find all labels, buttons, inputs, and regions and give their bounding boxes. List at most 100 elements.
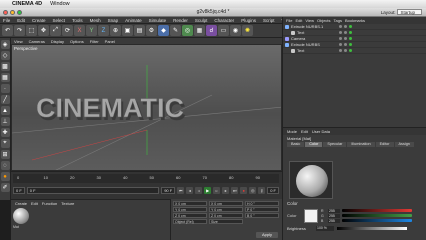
render-picture-viewer-icon[interactable]: ▤	[134, 25, 145, 36]
points-mode-icon[interactable]: ∙	[0, 84, 10, 93]
enabled-check-icon[interactable]	[349, 37, 352, 40]
editor-visibility-icon[interactable]	[339, 37, 342, 40]
go-to-start-icon[interactable]: ⏮	[177, 186, 185, 194]
apply-button[interactable]: Apply	[256, 232, 278, 238]
app-menu-tools[interactable]: Tools	[72, 18, 83, 23]
object-name[interactable]: Text	[297, 48, 304, 53]
material-name[interactable]: Mat	[13, 225, 19, 229]
material-menu-edit[interactable]: Edit	[31, 201, 38, 206]
object-menu-bookmarks[interactable]: Bookmarks	[345, 18, 365, 23]
object-name[interactable]: Extrude NURBS	[291, 42, 320, 47]
editor-visibility-icon[interactable]	[339, 25, 342, 28]
object-row[interactable]: Text	[283, 48, 426, 54]
soft-selection-icon[interactable]: ◌	[0, 161, 10, 170]
floor-icon[interactable]: ▭	[218, 25, 229, 36]
scale-tool-icon[interactable]: ⤢	[50, 25, 61, 36]
tab-basic[interactable]: Basic	[287, 142, 305, 147]
tab-color[interactable]: Color	[305, 142, 323, 147]
render-visibility-icon[interactable]	[344, 31, 347, 34]
viewport-menu-display[interactable]: Display	[51, 39, 64, 44]
coord-field[interactable]: X 0 cm	[173, 201, 207, 206]
range-slider[interactable]: 0 F	[26, 186, 160, 194]
viewport-menu-panel[interactable]: Panel	[105, 39, 115, 44]
tab-assign[interactable]: Assign	[394, 142, 414, 147]
brightness-value[interactable]: 100 %	[316, 226, 334, 231]
editor-visibility-icon[interactable]	[339, 43, 342, 46]
object-menu-objects[interactable]: Objects	[317, 18, 331, 23]
play-icon[interactable]: ▶	[204, 186, 212, 194]
viewport-menu-filter[interactable]: Filter	[90, 39, 99, 44]
coord-field[interactable]: X 0 cm	[209, 201, 243, 206]
material-thumbnail[interactable]	[13, 208, 29, 224]
camera-icon[interactable]: ◉	[230, 25, 241, 36]
app-menu-render[interactable]: Render	[173, 18, 188, 23]
axis-mode-icon[interactable]: ⊥	[0, 117, 10, 126]
record-icon[interactable]: ●	[240, 186, 248, 194]
light-icon[interactable]: ✺	[242, 25, 253, 36]
live-select-icon[interactable]: ⬚	[26, 25, 37, 36]
coord-field[interactable]: Y 0 cm	[209, 207, 243, 212]
undo-icon[interactable]: ↶	[2, 25, 13, 36]
app-menu-create[interactable]: Create	[32, 18, 46, 23]
previous-frame-icon[interactable]: ◃	[195, 186, 203, 194]
rotate-tool-icon[interactable]: ⟳	[62, 25, 73, 36]
next-frame-icon[interactable]: ▹	[213, 186, 221, 194]
app-menu-snap[interactable]: Snap	[108, 18, 119, 23]
move-tool-icon[interactable]: ✥	[38, 25, 49, 36]
brightness-slider[interactable]	[337, 227, 407, 230]
edges-mode-icon[interactable]: ╱	[0, 95, 10, 104]
viewport-menu-options[interactable]: Options	[70, 39, 84, 44]
coordinate-system-icon[interactable]: ⊕	[110, 25, 121, 36]
coord-field[interactable]: B 0 °	[245, 213, 279, 218]
nurbs-icon[interactable]: ◎	[182, 25, 193, 36]
channel-slider[interactable]	[342, 219, 412, 222]
object-menu-edit[interactable]: Edit	[295, 18, 302, 23]
x-axis-icon[interactable]: X	[74, 25, 85, 36]
autokey-icon[interactable]: ◎	[249, 186, 257, 194]
viewport-menu-cameras[interactable]: Cameras	[29, 39, 45, 44]
attribute-menu-mode[interactable]: Mode	[287, 129, 297, 134]
layout-dropdown[interactable]: Startup	[397, 9, 422, 15]
workplane-icon[interactable]: ▦	[0, 73, 10, 82]
material-preview[interactable]	[289, 161, 333, 199]
object-menu-tags[interactable]: Tags	[334, 18, 342, 23]
next-key-icon[interactable]: ▸	[222, 186, 230, 194]
render-visibility-icon[interactable]	[344, 43, 347, 46]
app-menu-select[interactable]: Select	[53, 18, 66, 23]
tab-specular[interactable]: Specular	[323, 142, 347, 147]
redo-icon[interactable]: ↷	[14, 25, 25, 36]
tab-editor[interactable]: Editor	[375, 142, 394, 147]
coord-field[interactable]: Y 0 cm	[173, 207, 207, 212]
tab-illumination[interactable]: Illumination	[347, 142, 375, 147]
start-frame-field[interactable]: 0 F	[13, 186, 25, 194]
array-icon[interactable]: ▦	[194, 25, 205, 36]
previous-key-icon[interactable]: ◂	[186, 186, 194, 194]
enabled-check-icon[interactable]	[349, 49, 352, 52]
viewport-menu-view[interactable]: View	[14, 39, 23, 44]
app-menu-edit[interactable]: Edit	[17, 18, 25, 23]
texture-mode-icon[interactable]: ▩	[0, 62, 10, 71]
object-name[interactable]: Text	[297, 30, 304, 35]
material-menu-texture[interactable]: Texture	[61, 201, 74, 206]
channel-value[interactable]: 255	[328, 208, 340, 213]
model-mode-icon[interactable]: ◇	[0, 51, 10, 60]
paint-icon[interactable]: ✐	[0, 183, 10, 192]
sculpt-icon[interactable]: ●	[0, 172, 10, 181]
app-menu-file[interactable]: File	[3, 18, 10, 23]
app-menu-script[interactable]: Script	[263, 18, 275, 23]
color-swatch[interactable]	[304, 208, 318, 223]
material-menu-function[interactable]: Function	[42, 201, 57, 206]
editor-visibility-icon[interactable]	[339, 49, 342, 52]
keyframe-selection-icon[interactable]: ⚷	[258, 186, 266, 194]
channel-slider[interactable]	[342, 209, 412, 212]
coord-mode-dropdown[interactable]: Object (Rel)	[173, 219, 207, 224]
enabled-check-icon[interactable]	[349, 31, 352, 34]
cube-icon[interactable]: ◆	[158, 25, 169, 36]
make-editable-icon[interactable]: ◈	[0, 40, 10, 49]
object-menu-view[interactable]: View	[305, 18, 314, 23]
coord-field[interactable]: Z 0 cm	[173, 213, 207, 218]
object-name[interactable]: Extrude NURBS.1	[291, 24, 323, 29]
object-name[interactable]: Camera	[291, 36, 305, 41]
material-menu-create[interactable]: Create	[15, 201, 27, 206]
render-visibility-icon[interactable]	[344, 25, 347, 28]
